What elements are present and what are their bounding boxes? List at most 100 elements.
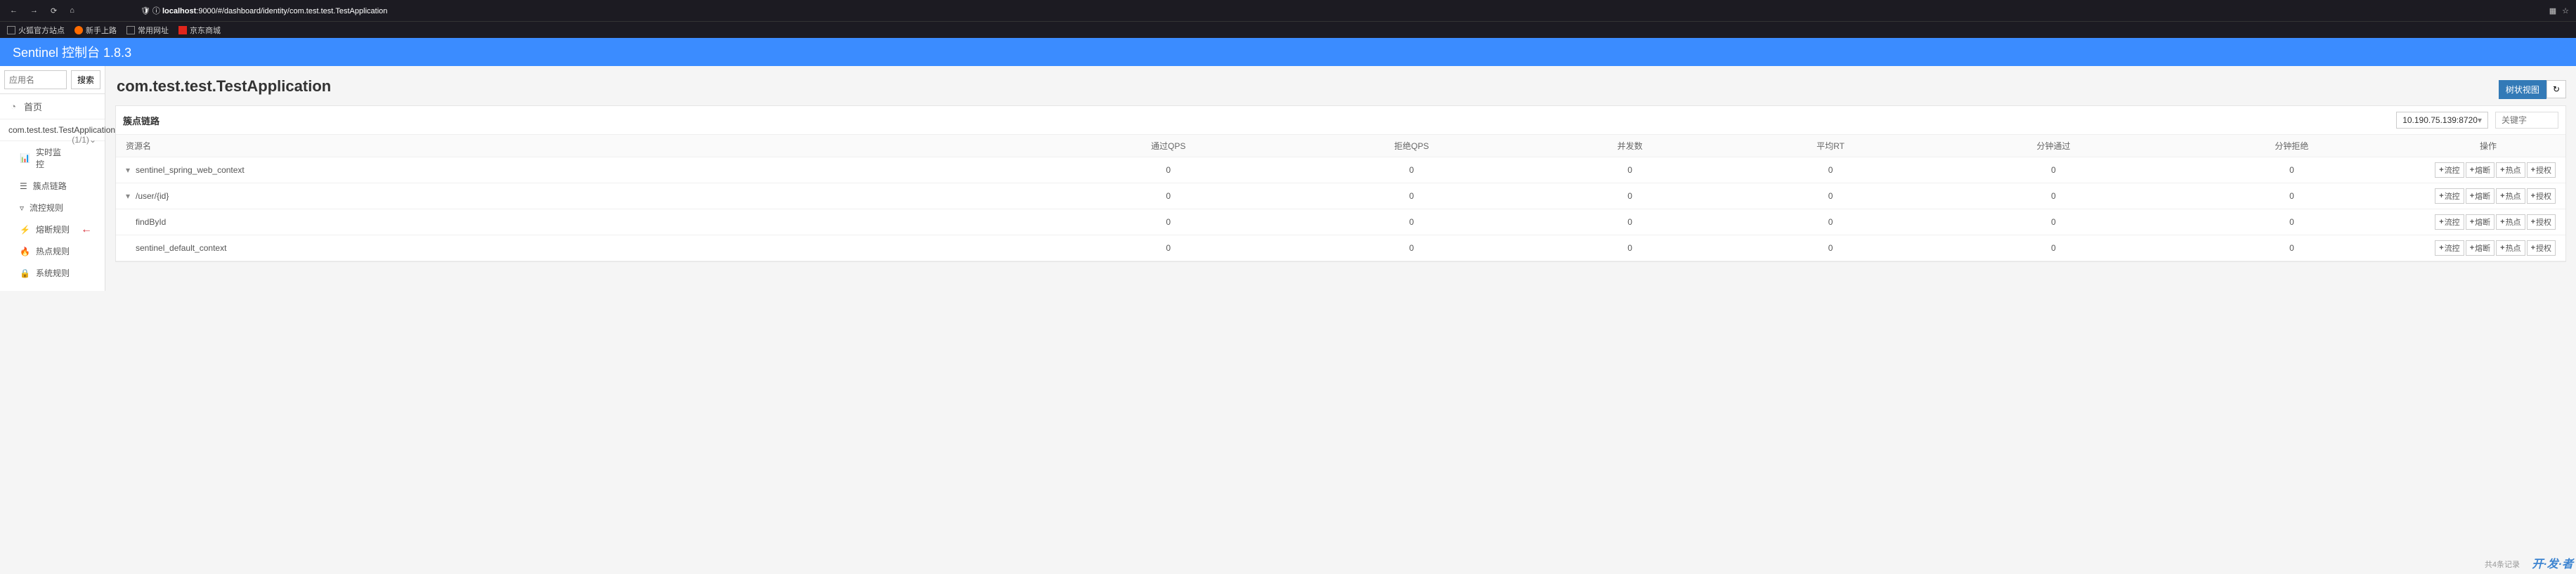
plus-icon: + [2439, 218, 2443, 226]
url-bar[interactable]: 🛡 ⓘ localhost:9000/#/dashboard/identity/… [141, 5, 388, 16]
column-header: 操作 [2411, 135, 2565, 157]
tree-view-button[interactable]: 树状视图 [2499, 80, 2546, 99]
sidebar-item[interactable]: 🔒系统规则 [0, 262, 105, 284]
metric-cell: 0 [1290, 235, 1533, 261]
page-title: com.test.test.TestApplication [117, 77, 331, 96]
forward-icon[interactable]: → [27, 6, 41, 15]
metric-cell: 0 [1726, 157, 1934, 183]
plus-icon: + [2470, 166, 2474, 174]
home-icon[interactable]: ⌂ [67, 6, 77, 15]
metric-cell: 0 [1047, 235, 1290, 261]
op-button-流控[interactable]: +流控 [2435, 188, 2464, 204]
main-content: com.test.test.TestApplication 树状视图 ↻ 簇点链… [105, 66, 2576, 291]
app-name-label: com.test.test.TestApplication [8, 125, 115, 135]
column-header: 通过QPS [1047, 135, 1290, 157]
op-button-熔断[interactable]: +熔断 [2466, 162, 2494, 178]
operations-cell: +流控+熔断+热点+授权 [2411, 209, 2565, 235]
op-button-授权[interactable]: +授权 [2527, 214, 2556, 230]
metric-cell: 0 [1047, 183, 1290, 209]
metric-cell: 0 [1047, 157, 1290, 183]
plus-icon: + [2470, 218, 2474, 226]
metric-cell: 0 [1934, 157, 2173, 183]
refresh-button[interactable]: ↻ [2546, 80, 2566, 98]
op-button-授权[interactable]: +授权 [2527, 240, 2556, 256]
bookmark-item[interactable]: 京东商城 [178, 25, 221, 36]
sidebar-item-label: 熔断规则 [36, 223, 70, 235]
metric-cell: 0 [2173, 235, 2411, 261]
plus-icon: + [2531, 218, 2535, 226]
metric-cell: 0 [1533, 157, 1727, 183]
column-header: 分钟拒绝 [2173, 135, 2411, 157]
resource-panel: 簇点链路 10.190.75.139:8720 ▾ 资源名通过QPS拒绝QPS并… [115, 105, 2566, 262]
banner-title: Sentinel 控制台 1.8.3 [13, 43, 131, 61]
bookmark-icon[interactable]: ☆ [2562, 6, 2569, 15]
bookmark-item[interactable]: 新手上路 [74, 25, 117, 36]
menu-icon: 🔥 [20, 247, 30, 256]
op-button-授权[interactable]: +授权 [2527, 162, 2556, 178]
search-button[interactable]: 搜索 [71, 70, 100, 89]
resource-name-cell: sentinel_default_context [116, 235, 1047, 261]
record-count: 共4条记录 [2485, 559, 2520, 570]
tree-toggle-icon[interactable]: ▾ [126, 191, 133, 201]
sidebar-item[interactable]: 🔥热点规则 [0, 240, 105, 262]
url-path: :9000/#/dashboard/identity/com.test.test… [196, 7, 387, 15]
panel-title: 簇点链路 [123, 114, 160, 127]
bookmark-item[interactable]: 火狐官方站点 [7, 25, 65, 36]
sidebar-item[interactable]: 📊实时监控 [0, 141, 72, 175]
lock-icon: ⓘ [152, 7, 160, 15]
metric-cell: 0 [1934, 183, 2173, 209]
table-row: sentinel_default_context000000+流控+熔断+热点+… [116, 235, 2565, 261]
op-button-热点[interactable]: +热点 [2496, 214, 2525, 230]
tree-toggle-icon[interactable]: ▾ [126, 165, 133, 175]
plus-icon: + [2470, 192, 2474, 200]
op-button-熔断[interactable]: +熔断 [2466, 214, 2494, 230]
keyword-input[interactable] [2495, 112, 2558, 129]
table-row: findById000000+流控+熔断+热点+授权 [116, 209, 2565, 235]
metric-cell: 0 [2173, 183, 2411, 209]
pointer-arrow-icon: ← [81, 223, 92, 236]
plus-icon: + [2500, 218, 2504, 226]
reload-icon[interactable]: ⟳ [48, 6, 60, 15]
metric-cell: 0 [1533, 183, 1727, 209]
sidebar-item[interactable]: ⚡熔断规则← [0, 218, 105, 240]
resource-name-cell: ▾sentinel_spring_web_context [116, 157, 1047, 183]
op-button-流控[interactable]: +流控 [2435, 240, 2464, 256]
op-button-热点[interactable]: +热点 [2496, 188, 2525, 204]
plus-icon: + [2531, 166, 2535, 174]
operations-cell: +流控+熔断+热点+授权 [2411, 157, 2565, 183]
grid-icon[interactable]: ▦ [2549, 6, 2556, 15]
op-button-授权[interactable]: +授权 [2527, 188, 2556, 204]
table-row: ▾sentinel_spring_web_context000000+流控+熔断… [116, 157, 2565, 183]
machine-select[interactable]: 10.190.75.139:8720 ▾ [2396, 112, 2488, 129]
metric-cell: 0 [1726, 209, 1934, 235]
column-header: 平均RT [1726, 135, 1934, 157]
sidebar-item[interactable]: ☰簇点链路 [0, 175, 105, 197]
resource-name-cell: ▾/user/{id} [116, 183, 1047, 209]
op-button-流控[interactable]: +流控 [2435, 162, 2464, 178]
back-icon[interactable]: ← [7, 6, 20, 15]
resource-table: 资源名通过QPS拒绝QPS并发数平均RT分钟通过分钟拒绝操作 ▾sentinel… [116, 135, 2565, 261]
firefox-icon [74, 26, 83, 34]
metric-cell: 0 [1934, 209, 2173, 235]
app-search-input[interactable] [4, 70, 67, 89]
operations-cell: +流控+熔断+热点+授权 [2411, 183, 2565, 209]
sidebar-app-node[interactable]: com.test.test.TestApplication (1/1)⌄ [0, 119, 105, 141]
bookmark-item[interactable]: 常用网址 [126, 25, 169, 36]
sidebar-item[interactable]: ▿流控规则 [0, 197, 105, 218]
sidebar-home[interactable]: ◔ 首页 [0, 94, 105, 119]
metric-cell: 0 [1726, 183, 1934, 209]
app-banner: Sentinel 控制台 1.8.3 [0, 38, 2576, 66]
clock-icon: ◔ [8, 101, 18, 112]
column-header: 并发数 [1533, 135, 1727, 157]
op-button-热点[interactable]: +热点 [2496, 240, 2525, 256]
folder-icon [7, 26, 15, 34]
jd-icon [178, 26, 187, 34]
caret-down-icon: ▾ [2478, 115, 2482, 125]
op-button-热点[interactable]: +热点 [2496, 162, 2525, 178]
bookmark-label: 京东商城 [190, 25, 221, 36]
op-button-流控[interactable]: +流控 [2435, 214, 2464, 230]
metric-cell: 0 [1726, 235, 1934, 261]
op-button-熔断[interactable]: +熔断 [2466, 188, 2494, 204]
plus-icon: + [2470, 244, 2474, 252]
op-button-熔断[interactable]: +熔断 [2466, 240, 2494, 256]
